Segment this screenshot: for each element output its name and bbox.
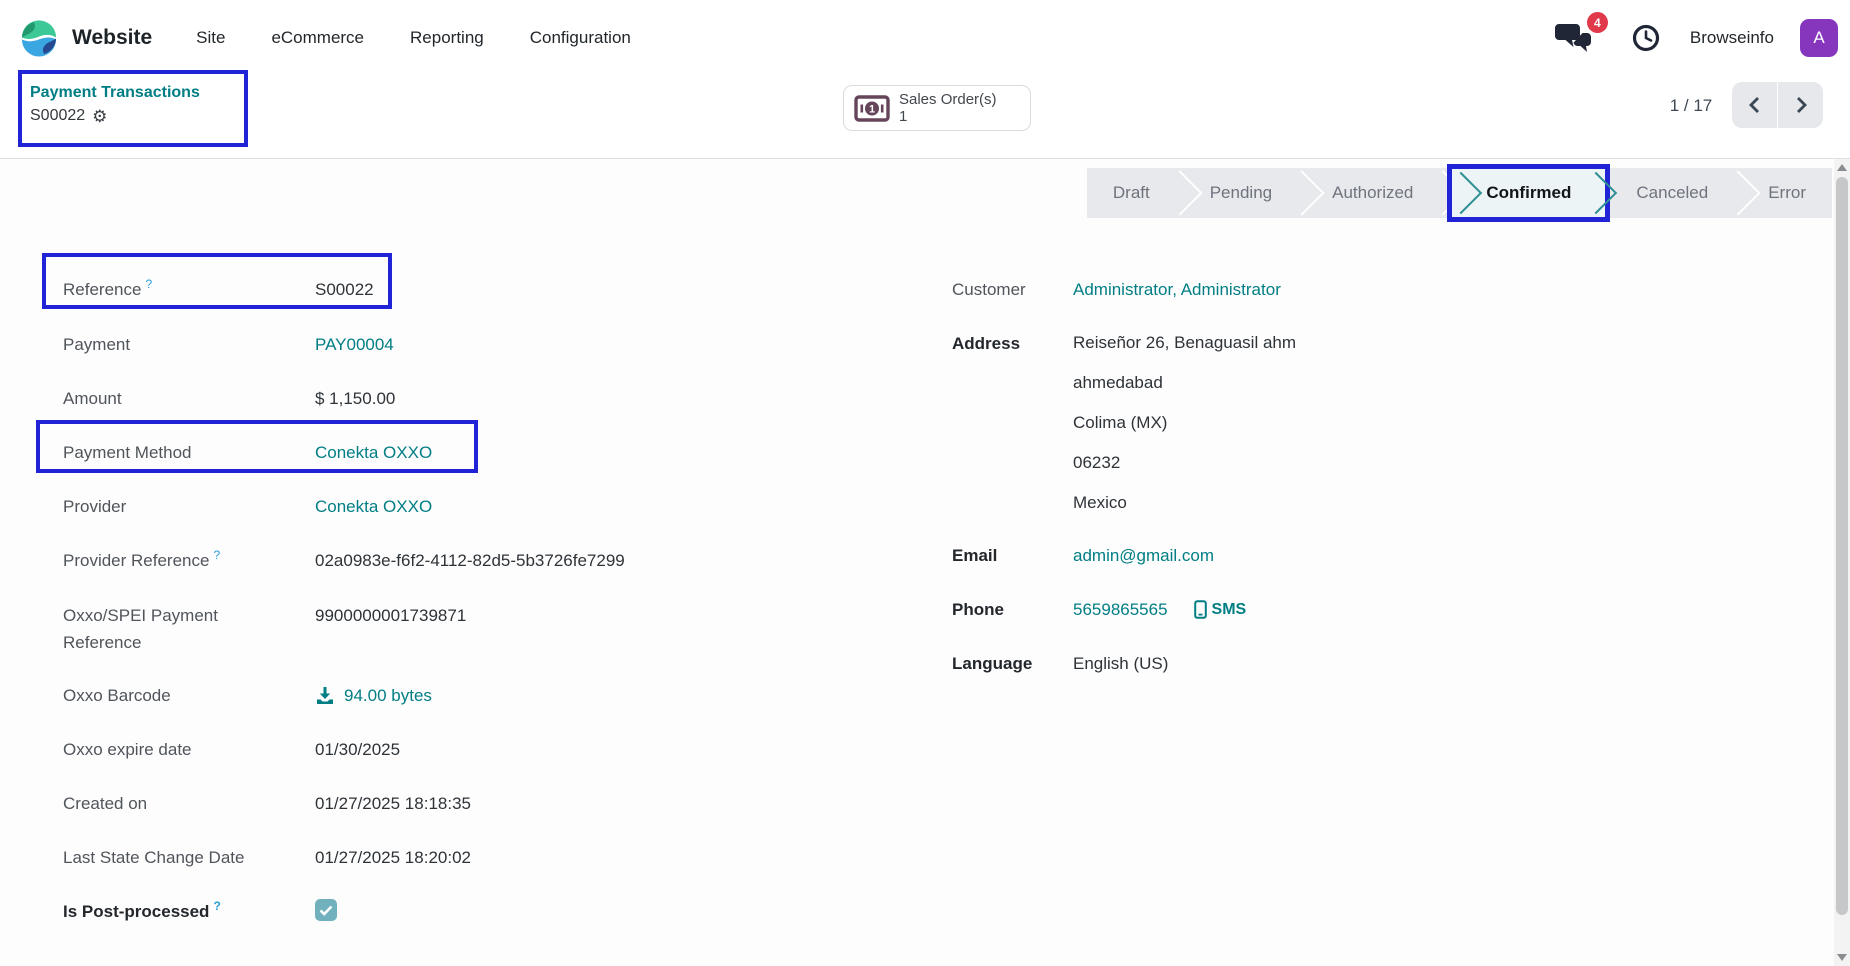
actions-gear-icon[interactable]: ⚙ (92, 108, 107, 125)
breadcrumb-parent-link[interactable]: Payment Transactions (30, 82, 200, 104)
field-label: Address (952, 334, 1020, 353)
user-menu-brand[interactable]: Browseinfo (1690, 28, 1774, 48)
field-value-created-on[interactable]: 01/27/2025 18:18:35 (315, 786, 471, 817)
field-label: Amount (63, 385, 255, 412)
address-line: Colima (MX) (1073, 410, 1296, 436)
field-label: Provider (63, 493, 255, 520)
menu-ecommerce[interactable]: eCommerce (271, 28, 364, 48)
field-label: Phone (952, 600, 1004, 619)
field-value-provider-reference[interactable]: 02a0983e-f6f2-4112-82d5-5b3726fe7299 (315, 543, 625, 574)
field-value-email-link[interactable]: admin@gmail.com (1073, 538, 1214, 569)
field-value-phone-link[interactable]: 5659865565 (1073, 596, 1168, 623)
field-value-last-state-change[interactable]: 01/27/2025 18:20:02 (315, 840, 471, 871)
field-value-oxxo-spei-reference[interactable]: 9900000001739871 (315, 598, 466, 629)
field-value-address[interactable]: Reiseñor 26, Benaguasil ahm ahmedabad Co… (1073, 326, 1296, 516)
menu-reporting[interactable]: Reporting (410, 28, 484, 48)
svg-text:1: 1 (869, 103, 875, 115)
field-label: Is Post-processed (63, 902, 209, 921)
address-line: 06232 (1073, 450, 1296, 476)
menu-site[interactable]: Site (196, 28, 225, 48)
pager-previous-button[interactable] (1732, 82, 1777, 128)
field-label: Created on (63, 790, 255, 817)
address-line: Reiseñor 26, Benaguasil ahm (1073, 330, 1296, 356)
pager-next-button[interactable] (1778, 82, 1823, 128)
banknote-icon: 1 (854, 95, 890, 122)
field-row-is-post-processed: Is Post-processed? (63, 894, 833, 927)
field-label: Oxxo expire date (63, 736, 255, 763)
app-name[interactable]: Website (72, 26, 152, 50)
field-row-reference: Reference? S00022 (63, 272, 833, 305)
vertical-scrollbar[interactable] (1834, 159, 1850, 966)
menu-configuration[interactable]: Configuration (530, 28, 631, 48)
field-row-oxxo-expire-date: Oxxo expire date 01/30/2025 (63, 732, 833, 764)
help-marker: ? (213, 899, 220, 913)
form-left-column: Reference? S00022 Payment PAY00004 Amoun… (63, 272, 833, 949)
field-label: Reference (63, 280, 141, 299)
field-value-reference[interactable]: S00022 (315, 272, 374, 303)
is-post-processed-checkbox[interactable] (315, 899, 337, 921)
field-row-address: Address Reiseñor 26, Benaguasil ahm ahme… (952, 326, 1692, 516)
field-row-created-on: Created on 01/27/2025 18:18:35 (63, 786, 833, 818)
field-row-provider-reference: Provider Reference? 02a0983e-f6f2-4112-8… (63, 543, 833, 576)
field-value-oxxo-expire-date[interactable]: 01/30/2025 (315, 732, 400, 763)
oxxo-barcode-download[interactable]: 94.00 bytes (315, 678, 432, 709)
field-label: Last State Change Date (63, 844, 255, 871)
field-value-amount[interactable]: $ 1,150.00 (315, 381, 395, 412)
breadcrumb: Payment Transactions S00022 ⚙ (30, 82, 200, 128)
field-row-email: Email admin@gmail.com (952, 538, 1692, 570)
address-line: ahmedabad (1073, 370, 1296, 396)
statusbar-chevron-teal (1440, 172, 1482, 214)
field-row-payment-method: Payment Method Conekta OXXO (63, 435, 833, 467)
user-avatar[interactable]: A (1800, 19, 1838, 57)
field-label: Payment (63, 331, 255, 358)
field-label: Customer (952, 280, 1026, 299)
field-value-payment-method-link[interactable]: Conekta OXXO (315, 435, 432, 466)
field-label: Language (952, 654, 1032, 673)
scrollbar-down-arrow[interactable] (1837, 954, 1847, 961)
field-row-customer: Customer Administrator, Administrator (952, 272, 1692, 304)
field-row-language: Language English (US) (952, 646, 1692, 678)
field-value-customer-link[interactable]: Administrator, Administrator (1073, 272, 1281, 303)
help-marker: ? (145, 277, 152, 291)
scrollbar-up-arrow[interactable] (1837, 164, 1847, 171)
download-icon (315, 686, 335, 706)
field-row-amount: Amount $ 1,150.00 (63, 381, 833, 413)
stat-button-value: 1 (899, 108, 997, 125)
field-label: Email (952, 546, 997, 565)
field-value-language[interactable]: English (US) (1073, 646, 1168, 677)
field-value-provider-link[interactable]: Conekta OXXO (315, 489, 432, 520)
top-navbar: Website Site eCommerce Reporting Configu… (0, 0, 1850, 76)
stat-button-label: Sales Order(s) (899, 91, 997, 108)
sales-orders-stat-button[interactable]: 1 Sales Order(s) 1 (843, 85, 1031, 131)
field-value-oxxo-barcode[interactable]: 94.00 bytes (344, 682, 432, 709)
field-row-provider: Provider Conekta OXXO (63, 489, 833, 521)
form-right-column: Customer Administrator, Administrator Ad… (952, 272, 1692, 700)
field-row-oxxo-barcode: Oxxo Barcode 94.00 bytes (63, 678, 833, 710)
messages-icon[interactable]: 4 (1554, 22, 1594, 54)
address-line: Mexico (1073, 490, 1296, 516)
checkmark-icon (319, 905, 333, 916)
field-row-phone: Phone 5659865565 SMS (952, 592, 1692, 624)
app-logo-icon[interactable] (20, 19, 58, 57)
mobile-phone-icon (1194, 600, 1207, 619)
highlight-box-confirmed: Confirmed (1447, 164, 1610, 222)
field-label: Provider Reference (63, 551, 209, 570)
field-value-payment-link[interactable]: PAY00004 (315, 327, 394, 358)
pager-position: 1 / 17 (1656, 96, 1726, 116)
activities-clock-icon[interactable] (1632, 24, 1660, 52)
field-label: Oxxo/SPEI Payment Reference (63, 602, 255, 656)
sms-label: SMS (1212, 596, 1247, 623)
field-row-payment: Payment PAY00004 (63, 327, 833, 359)
field-row-oxxo-spei-reference: Oxxo/SPEI Payment Reference 990000000173… (63, 598, 833, 656)
scrollbar-thumb[interactable] (1836, 177, 1848, 915)
field-label: Oxxo Barcode (63, 682, 255, 709)
field-row-last-state-change: Last State Change Date 01/27/2025 18:20:… (63, 840, 833, 872)
messages-badge: 4 (1587, 12, 1608, 33)
statusbar: Draft Pending Authorized Confirmed Cance… (1087, 168, 1832, 218)
field-label: Payment Method (63, 439, 255, 466)
breadcrumb-record-name: S00022 (30, 104, 85, 128)
help-marker: ? (213, 548, 220, 562)
send-sms-button[interactable]: SMS (1194, 596, 1247, 623)
